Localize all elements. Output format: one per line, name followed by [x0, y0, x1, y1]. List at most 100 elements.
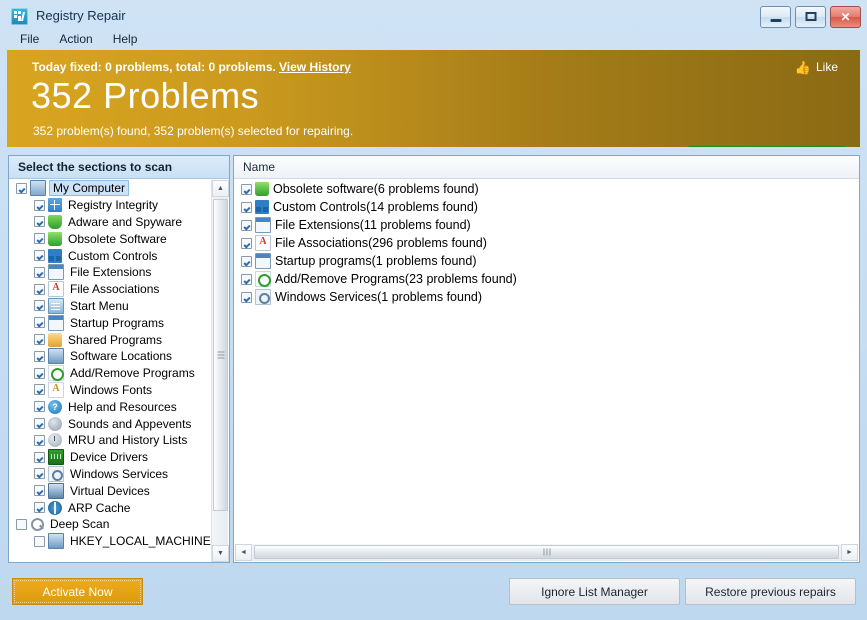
srv-icon [48, 465, 64, 482]
sections-tree[interactable]: My Computer Registry Integrity Adware and … [10, 180, 213, 562]
tree-item-checkbox[interactable] [34, 250, 45, 262]
tree-item-checkbox[interactable] [34, 317, 45, 329]
tree-item-registry-integrity[interactable]: Registry Integrity [10, 197, 213, 214]
tree-item-mru-and-history-lists[interactable]: MRU and History Lists [10, 432, 213, 449]
view-history-link[interactable]: View History [279, 60, 351, 74]
tree-item-virtual-devices[interactable]: Virtual Devices [10, 482, 213, 499]
result-row[interactable]: Custom Controls(14 problems found) [235, 198, 858, 216]
share-icon [48, 332, 62, 347]
result-row-checkbox[interactable] [241, 201, 252, 213]
tree-item-checkbox[interactable] [34, 384, 45, 396]
tree-vertical-scrollbar[interactable]: ▲ ▼ [211, 180, 229, 562]
tree-item-label: Device Drivers [70, 450, 149, 465]
ignore-list-manager-button[interactable]: Ignore List Manager [509, 578, 680, 605]
result-row-checkbox[interactable] [241, 273, 252, 285]
tree-item-checkbox[interactable] [34, 434, 45, 446]
tree-item-checkbox[interactable] [34, 334, 45, 346]
tree-item-deep-scan[interactable]: Deep Scan [10, 516, 213, 533]
tree-item-sounds-and-appevents[interactable]: Sounds and Appevents [10, 415, 213, 432]
tree-item-windows-services[interactable]: Windows Services [10, 465, 213, 483]
result-row-checkbox[interactable] [241, 255, 252, 267]
tree-item-label: Custom Controls [68, 248, 158, 263]
addrem-icon [255, 271, 271, 287]
tree-item-checkbox[interactable] [34, 367, 45, 379]
tree-item-checkbox[interactable] [16, 518, 27, 530]
tree-item-checkbox[interactable] [34, 468, 45, 480]
tree-item-checkbox[interactable] [34, 535, 45, 547]
tree-item-shared-programs[interactable]: Shared Programs [10, 331, 213, 348]
tree-item-file-extensions[interactable]: File Extensions [10, 264, 213, 281]
scroll-thumb[interactable] [213, 199, 228, 511]
tree-item-checkbox[interactable] [34, 401, 45, 413]
hscroll-thumb[interactable] [254, 545, 839, 559]
scroll-left-button[interactable]: ◄ [235, 544, 252, 561]
result-row[interactable]: Startup programs(1 problems found) [235, 252, 858, 270]
result-row-checkbox[interactable] [241, 183, 252, 195]
hklm-icon [48, 533, 64, 550]
result-row-checkbox[interactable] [241, 237, 252, 249]
menu-item-action[interactable]: Action [49, 30, 102, 48]
tree-item-checkbox[interactable] [34, 502, 45, 514]
srv-icon [255, 289, 271, 305]
tree-item-obsolete-software[interactable]: Obsolete Software [10, 230, 213, 247]
tree-item-arp-cache[interactable]: ARP Cache [10, 499, 213, 516]
tree-item-checkbox[interactable] [34, 233, 45, 245]
result-row-label: Startup programs(1 problems found) [275, 254, 477, 268]
result-row-checkbox[interactable] [241, 219, 252, 231]
scroll-up-button[interactable]: ▲ [212, 180, 229, 197]
tree-item-software-locations[interactable]: Software Locations [10, 348, 213, 365]
tree-item-help-and-resources[interactable]: ? Help and Resources [10, 398, 213, 415]
tree-item-startup-programs[interactable]: Startup Programs [10, 314, 213, 331]
tree-item-start-menu[interactable]: Start Menu [10, 297, 213, 315]
result-row-checkbox[interactable] [241, 291, 252, 303]
tree-item-label: Windows Services [70, 466, 169, 481]
results-horizontal-scrollbar[interactable]: ◄ ► [235, 544, 858, 561]
hscroll-track[interactable] [252, 544, 841, 561]
scroll-right-button[interactable]: ► [841, 544, 858, 561]
font-icon: A [48, 381, 64, 398]
scroll-down-button[interactable]: ▼ [212, 545, 229, 562]
result-row[interactable]: Windows Services(1 problems found) [235, 288, 858, 306]
tree-item-checkbox[interactable] [34, 451, 45, 463]
tree-item-checkbox[interactable] [34, 283, 45, 295]
activate-now-button[interactable]: Activate Now [12, 578, 143, 605]
result-row-label: Custom Controls(14 problems found) [273, 200, 478, 214]
tree-item-device-drivers[interactable]: Device Drivers [10, 449, 213, 466]
tree-item-adware-and-spyware[interactable]: Adware and Spyware [10, 214, 213, 231]
menu-item-help[interactable]: Help [103, 30, 148, 48]
tree-item-checkbox[interactable] [34, 485, 45, 497]
tree-item-checkbox[interactable] [16, 182, 27, 194]
close-button[interactable]: ✕ [830, 6, 861, 28]
minimize-button[interactable] [760, 6, 791, 28]
tree-item-label: Obsolete Software [68, 231, 167, 246]
tree-item-my-computer[interactable]: My Computer [10, 180, 213, 197]
problem-count-headline: 352 Problems [31, 75, 260, 116]
tree-item-hkey-local-machine[interactable]: HKEY_LOCAL_MACHINE [10, 533, 213, 550]
restore-previous-repairs-button[interactable]: Restore previous repairs [685, 578, 856, 605]
tree-item-checkbox[interactable] [34, 418, 45, 430]
tree-item-checkbox[interactable] [34, 199, 45, 211]
like-button[interactable]: 👍 Like [795, 60, 838, 74]
tree-item-custom-controls[interactable]: Custom Controls [10, 247, 213, 264]
tree-item-add-remove-programs[interactable]: Add/Remove Programs [10, 365, 213, 382]
results-list[interactable]: Obsolete software(6 problems found) Custo… [235, 180, 858, 544]
nodes-icon [255, 200, 269, 214]
result-row[interactable]: Obsolete software(6 problems found) [235, 180, 858, 198]
nodes-icon [48, 248, 62, 263]
maximize-button[interactable] [795, 6, 826, 28]
result-row[interactable]: Add/Remove Programs(23 problems found) [235, 270, 858, 288]
result-row[interactable]: File Extensions(11 problems found) [235, 216, 858, 234]
menu-item-file[interactable]: File [10, 30, 49, 48]
repair-registry-button[interactable]: Repair your registry [688, 146, 846, 147]
tree-item-checkbox[interactable] [34, 216, 45, 228]
tree-item-file-associations[interactable]: A File Associations [10, 281, 213, 298]
tree-item-windows-fonts[interactable]: A Windows Fonts [10, 381, 213, 399]
result-row[interactable]: A File Associations(296 problems found) [235, 234, 858, 252]
tree-item-checkbox[interactable] [34, 266, 45, 278]
tree-item-checkbox[interactable] [34, 350, 45, 362]
result-row-label: Obsolete software(6 problems found) [273, 182, 479, 196]
tree-item-checkbox[interactable] [34, 300, 45, 312]
drv-icon [48, 449, 64, 466]
bin-icon [48, 231, 62, 246]
hscroll-grip-icon [543, 548, 550, 556]
